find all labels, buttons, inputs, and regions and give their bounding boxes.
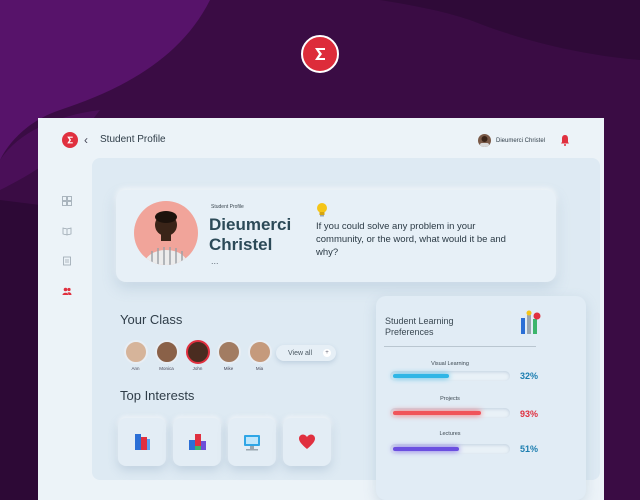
profile-photo [134,201,198,265]
view-all-button[interactable]: View all + [276,345,336,361]
student-avatar [216,340,241,364]
view-all-label: View all [288,349,312,357]
student-name: Monica [159,366,174,371]
preference-bar-fill [393,447,459,451]
preference-label: Lectures [439,431,461,437]
brand-logo [301,35,339,73]
class-avatars: Ann Monica John Mike Mia [120,340,275,371]
preference-bar-fill [393,374,449,378]
class-student[interactable]: Ann [120,340,151,371]
interest-tile-computer[interactable] [228,418,276,466]
student-name: Mia [255,366,264,371]
student-avatar [123,340,148,364]
sigma-logo-icon [315,48,325,60]
profile-name: Dieumerci Christel [209,215,292,254]
your-class-title: Your Class [120,312,183,327]
document-icon[interactable] [62,256,72,266]
class-student[interactable]: Monica [151,340,182,371]
users-icon[interactable] [62,286,72,296]
preference-value: 93% [520,409,539,419]
preference-value: 32% [520,371,539,381]
profile-question: If you could solve any problem in your c… [316,221,506,258]
computer-icon [244,435,260,451]
class-student[interactable]: Mike [213,340,244,371]
paint-palette-icon [521,310,541,334]
divider [384,346,536,347]
profile-more[interactable]: ... [211,256,219,266]
plus-icon: + [323,349,331,357]
preference-bar [390,408,510,418]
student-avatar [247,340,272,364]
dashboard-icon[interactable] [62,196,72,206]
user-avatar [478,134,491,147]
student-avatar [154,340,179,364]
heart-icon [299,434,315,449]
preference-bar [390,371,510,381]
preference-bar-fill [393,411,481,415]
class-student[interactable]: John [182,340,213,371]
back-chevron-icon[interactable]: ‹ [84,132,88,148]
bell-icon[interactable] [560,134,570,146]
interest-tile-books[interactable] [118,418,166,466]
books-icon [135,434,150,450]
user-menu[interactable]: Dieumerci Christel [478,134,545,147]
learning-preferences-title: Student Learning Preferences [385,316,454,337]
blocks-icon [189,434,206,450]
interest-tile-blocks[interactable] [173,418,221,466]
top-interests-title: Top Interests [120,388,195,403]
student-name: Ann [131,366,140,371]
preference-value: 51% [520,444,539,454]
lightbulb-icon [317,203,327,217]
preference-label: Projects [440,396,460,402]
preference-bar [390,444,510,454]
top-bar: ‹ Student Profile Dieumerci Christel [38,118,604,162]
user-name: Dieumerci Christel [496,137,546,144]
student-name: John [192,366,203,371]
class-student[interactable]: Mia [244,340,275,371]
book-icon[interactable] [62,226,72,236]
profile-label: Student Profile [211,204,244,210]
sigma-logo-icon [67,136,73,144]
student-avatar [185,340,210,364]
app-logo[interactable] [62,132,78,148]
page-title: Student Profile [100,134,166,145]
student-name: Mike [223,366,234,371]
interest-tile-heart[interactable] [283,418,331,466]
preference-label: Visual Learning [431,361,469,367]
